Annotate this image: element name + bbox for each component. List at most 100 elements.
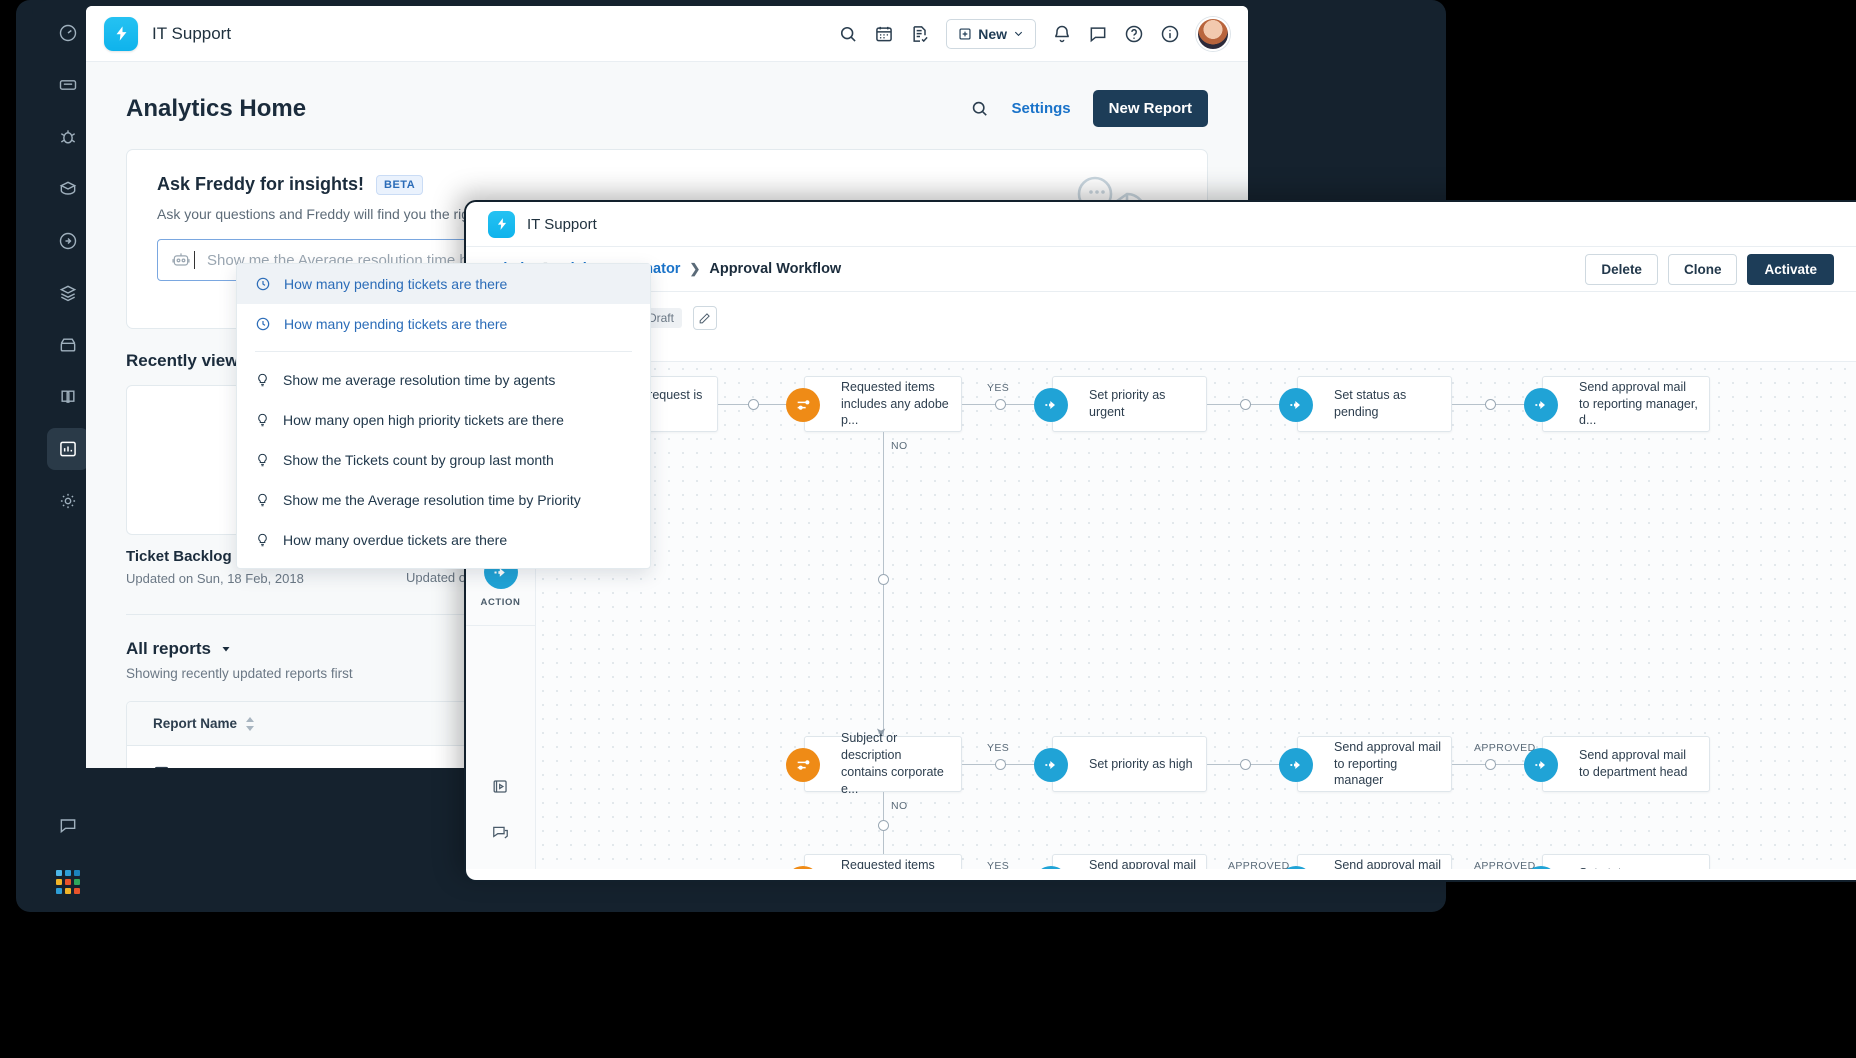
flow-edge-handle[interactable] <box>878 574 889 585</box>
edge-label-yes: YES <box>987 382 1010 394</box>
bulb-icon <box>255 372 270 388</box>
flow-edge-handle[interactable] <box>995 399 1006 410</box>
rail-item-changes[interactable] <box>47 220 89 262</box>
rail-item-solutions[interactable] <box>47 376 89 418</box>
task-list-icon[interactable] <box>910 24 930 44</box>
info-icon[interactable] <box>1160 24 1180 44</box>
sliders-icon <box>786 748 820 782</box>
text-caret <box>194 251 195 269</box>
flow-node-label: Subject or description contains corporat… <box>841 731 944 796</box>
flow-edge-handle[interactable] <box>878 820 889 831</box>
bell-icon[interactable] <box>1052 24 1072 44</box>
flow-edge-handle[interactable] <box>1240 399 1251 410</box>
tutorial-video-icon[interactable] <box>491 777 510 801</box>
workflow-canvas[interactable]: Service request is raised ➤ Requested it… <box>536 362 1856 869</box>
product-logo-icon <box>488 210 515 238</box>
suggestion-idea-item[interactable]: Show the Tickets count by group last mon… <box>237 440 650 480</box>
flow-node-action[interactable]: Set priority as urgent <box>1034 376 1207 432</box>
card-title[interactable]: Ticket Backlog <box>126 548 232 565</box>
breadcrumb: Admin ❯ Ticket Automator ❯ Approval Work… <box>466 246 1856 292</box>
edge-label-approved: APPROVED <box>1228 860 1290 869</box>
suggestion-idea-item[interactable]: Show me the Average resolution time by P… <box>237 480 650 520</box>
clone-button[interactable]: Clone <box>1667 253 1738 285</box>
product-logo-icon <box>104 16 138 51</box>
settings-link[interactable]: Settings <box>1011 100 1070 117</box>
chat-bubble-icon[interactable] <box>491 823 510 847</box>
calendar-icon[interactable] <box>874 24 894 44</box>
beta-badge: BETA <box>376 174 424 195</box>
suggestion-text: Show me average resolution time by agent… <box>283 372 556 388</box>
suggestion-idea-item[interactable]: How many open high priority tickets are … <box>237 400 650 440</box>
sort-icon[interactable] <box>245 716 255 731</box>
suggestion-idea-item[interactable]: Show me average resolution time by agent… <box>237 360 650 400</box>
workflow-title-row: Approval Workflow Draft + Add Descriptio… <box>466 292 1856 361</box>
chevron-down-icon[interactable] <box>220 643 232 655</box>
report-chart-icon <box>154 766 169 768</box>
rail-item-analytics[interactable] <box>47 428 89 470</box>
flow-node-action[interactable]: Send approval mail to reporting manager <box>1034 854 1207 869</box>
edit-title-button[interactable] <box>692 306 717 330</box>
sliders-icon <box>786 866 820 869</box>
rail-item-bug[interactable] <box>47 116 89 158</box>
flow-node-label: Send approval mail to reporting manager <box>1334 739 1442 788</box>
arrow-right-icon <box>1279 748 1313 782</box>
activate-button[interactable]: Activate <box>1747 253 1834 285</box>
flow-node-action[interactable]: Set priority as high <box>1034 736 1207 792</box>
app-switcher-icon[interactable] <box>56 870 80 894</box>
search-icon[interactable] <box>838 24 858 44</box>
flow-node-label: Send approval mail to department head <box>1579 748 1688 779</box>
suggestions-divider <box>255 351 632 352</box>
rail-item-admin[interactable] <box>47 480 89 522</box>
page-search-icon[interactable] <box>970 99 989 118</box>
flow-node-action[interactable]: Send approval mail to department head <box>1524 736 1710 792</box>
freddy-bot-icon <box>172 253 190 266</box>
help-icon[interactable] <box>1124 24 1144 44</box>
workflow-window: IT Support Admin ❯ Ticket Automator ❯ Ap… <box>464 200 1856 882</box>
bulb-icon <box>255 412 270 428</box>
arrow-right-icon <box>1034 866 1068 869</box>
flow-edge-handle[interactable] <box>1485 399 1496 410</box>
suggestion-recent-item[interactable]: How many pending tickets are there <box>237 304 650 344</box>
arrow-right-icon <box>1524 748 1558 782</box>
flow-node-condition[interactable]: Requested items includes any adobe p... <box>786 376 962 432</box>
flow-node-condition[interactable]: Subject or description contains corporat… <box>786 731 962 796</box>
clock-icon <box>255 316 271 332</box>
avatar[interactable] <box>1196 16 1230 51</box>
suggestion-idea-item[interactable]: How many overdue tickets are there <box>237 520 650 560</box>
flow-node-action[interactable]: Send approval mail to department head <box>1279 854 1452 869</box>
flow-edge-handle[interactable] <box>995 759 1006 770</box>
suggestion-recent-item[interactable]: How many pending tickets are there <box>237 264 650 304</box>
flow-node-action[interactable]: Send approval mail to reporting manager <box>1279 736 1452 792</box>
flow-node-action[interactable]: Set status as resolved <box>1524 854 1710 869</box>
analytics-topbar: IT Support New <box>86 6 1248 62</box>
workflow-main: EVENT CONDITION ACTION <box>466 361 1856 869</box>
flow-node-action[interactable]: Send approval mail to reporting manager,… <box>1524 376 1710 432</box>
delete-button[interactable]: Delete <box>1585 253 1658 285</box>
flow-edge-handle[interactable] <box>748 399 759 410</box>
palette-label: ACTION <box>480 597 521 608</box>
new-button[interactable]: New <box>946 18 1036 49</box>
arrow-right-icon <box>1524 388 1558 422</box>
rail-item-assets[interactable] <box>47 168 89 210</box>
flow-node-action[interactable]: Set status as pending <box>1279 376 1452 432</box>
rail-item-tickets[interactable] <box>47 64 89 106</box>
chat-icon[interactable] <box>1088 24 1108 44</box>
flow-node-condition[interactable]: Requested items includes any apple i... <box>786 854 962 869</box>
rail-item-inventory[interactable] <box>47 324 89 366</box>
rail-item-dashboard[interactable] <box>47 12 89 54</box>
rail-item-feedback[interactable] <box>47 804 89 846</box>
add-description-link[interactable]: + Add Description <box>488 337 1834 351</box>
chevron-down-icon <box>1014 31 1023 37</box>
bulb-icon <box>255 492 270 508</box>
flow-edge-handle[interactable] <box>1240 759 1251 770</box>
flow-edge-handle[interactable] <box>1485 759 1496 770</box>
flow-node-label: Set priority as high <box>1089 756 1193 771</box>
suggestion-text: How many pending tickets are there <box>284 316 508 332</box>
all-reports-heading: All reports <box>126 639 212 658</box>
breadcrumb-separator: ❯ <box>689 261 701 276</box>
edge-label-no: NO <box>891 440 908 452</box>
card-updated: Updated on Sun, 18 Feb, 2018 <box>126 571 304 586</box>
rail-item-releases[interactable] <box>47 272 89 314</box>
new-report-button[interactable]: New Report <box>1092 90 1208 127</box>
report-name: Test123 <box>182 765 237 768</box>
